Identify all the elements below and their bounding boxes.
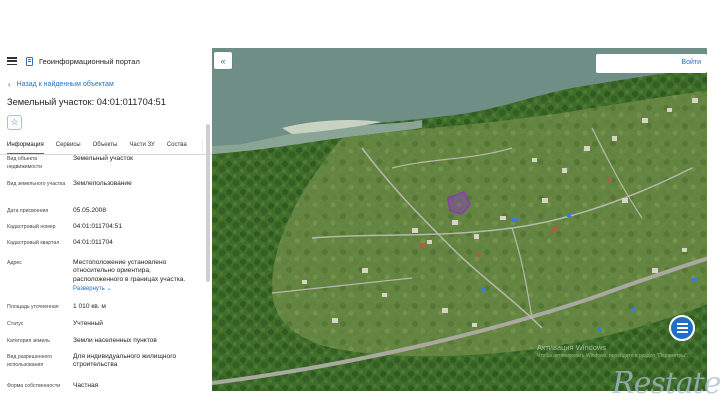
property-value: Землепользование	[73, 180, 132, 187]
property-key: Дата присвоения	[7, 208, 49, 214]
login-button[interactable]: Войти	[681, 59, 701, 66]
expand-address-link[interactable]: Развернуть ⌄	[73, 285, 201, 293]
tab-parts[interactable]: Части ЗУ	[129, 140, 154, 154]
portal-title: Геоинформационный портал	[39, 56, 140, 66]
portal-logo-icon	[26, 56, 33, 66]
object-title: Земельный участок: 04:01:011704:51	[7, 97, 166, 107]
expand-label: Развернуть	[73, 286, 105, 292]
screen: Геоинформационный портал ‹ Назад к найде…	[0, 0, 725, 408]
property-key: Площадь уточненная	[7, 304, 59, 310]
property-value: Для индивидуального жилищного строительс…	[73, 353, 177, 369]
windows-activation-text: Чтобы активировать Windows, перейдите в …	[537, 353, 689, 359]
property-value: Земельный участок	[73, 155, 134, 162]
property-value: 05.05.2008	[73, 207, 107, 214]
star-icon: ☆	[10, 117, 19, 127]
tab-bar: Информация Сервисы Объекты Части ЗУ Сост…	[0, 140, 212, 155]
right-edge-strip	[707, 48, 725, 391]
properties-list: Вид объекта недвижимости Земельный участ…	[0, 155, 204, 392]
chat-icon	[676, 322, 688, 334]
property-key: Кадастровый номер	[7, 224, 56, 230]
tab-objects[interactable]: Объекты	[93, 140, 118, 154]
property-value: 04:01:011704:51	[73, 223, 123, 230]
windows-activation-title: Активация Windows	[537, 343, 607, 352]
map-imagery	[212, 48, 725, 391]
property-key: Вид земельного участка	[7, 181, 66, 187]
double-chevron-left-icon: «	[220, 55, 226, 66]
collapse-panel-button[interactable]: «	[214, 52, 232, 69]
property-value: 1 010 кв. м	[73, 303, 106, 310]
property-value: Земли населенных пунктов	[73, 337, 157, 344]
top-bar: Геоинформационный портал	[0, 48, 212, 74]
chevron-left-icon: ‹	[8, 80, 11, 89]
panel-scrollbar[interactable]	[206, 124, 210, 282]
property-value: Местоположение установлено относительно …	[73, 259, 186, 283]
chevron-down-icon: ⌄	[106, 286, 112, 292]
login-bar: Войти	[596, 54, 707, 73]
restate-watermark: Restate	[612, 366, 721, 401]
tab-info[interactable]: Информация	[7, 140, 44, 154]
property-key: Вид объекта недвижимости	[7, 156, 43, 170]
property-key: Категория земель	[7, 338, 50, 344]
property-key: Кадастровый квартал	[7, 240, 60, 246]
tab-composition[interactable]: Соства	[167, 140, 187, 154]
property-key: Вид разрешенного использования	[7, 354, 53, 368]
satellite-map[interactable]	[212, 48, 725, 391]
chat-button[interactable]	[669, 315, 695, 341]
property-value: Учтенный	[73, 320, 103, 327]
tab-services[interactable]: Сервисы	[56, 140, 81, 154]
property-key: Форма собственности	[7, 383, 61, 389]
property-key: Адрес	[7, 260, 22, 266]
menu-icon[interactable]	[7, 57, 17, 66]
favorite-button[interactable]: ☆	[7, 115, 22, 130]
info-panel: Геоинформационный портал ‹ Назад к найде…	[0, 48, 212, 392]
property-value: Частная	[73, 382, 99, 389]
property-key: Статус	[7, 321, 24, 327]
property-value: 04:01:011704	[73, 239, 113, 246]
back-label: Назад к найденным объектам	[16, 81, 114, 88]
back-to-results-link[interactable]: ‹ Назад к найденным объектам	[8, 80, 114, 89]
